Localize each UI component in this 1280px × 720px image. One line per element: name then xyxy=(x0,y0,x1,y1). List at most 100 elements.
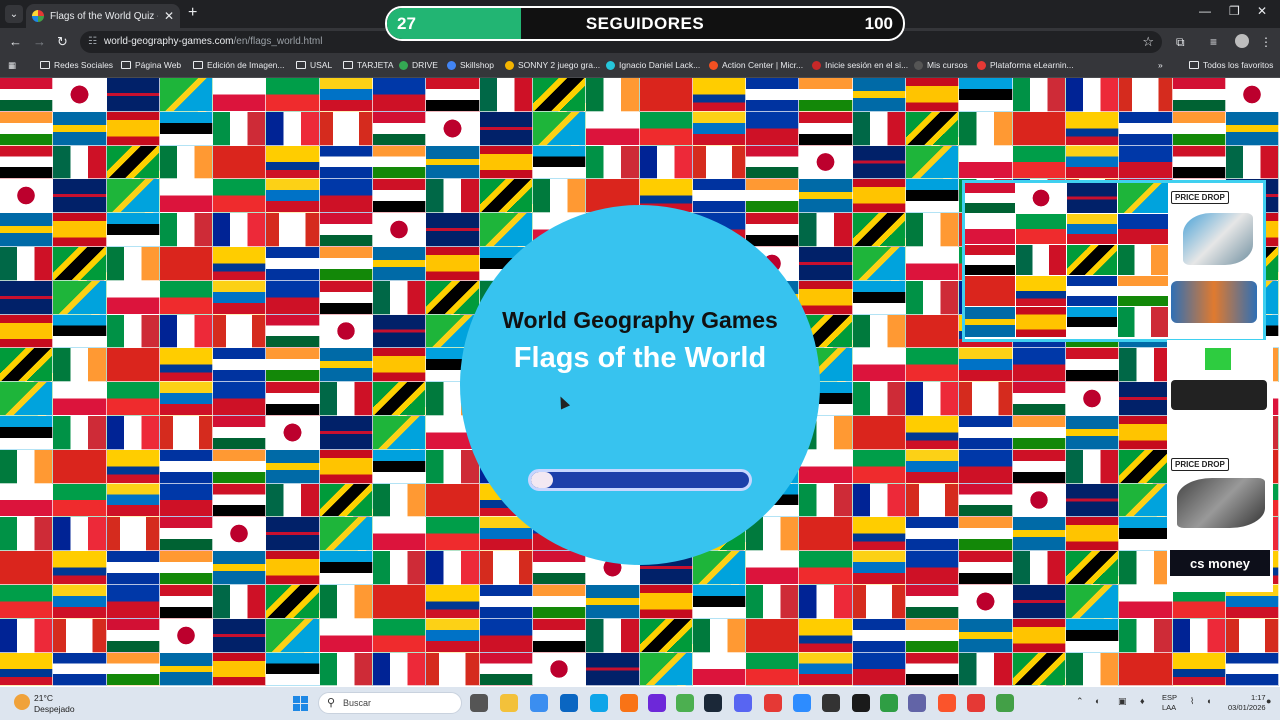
close-tab-icon[interactable]: ✕ xyxy=(164,9,174,23)
all-favorites-folder[interactable]: Todos los favoritos xyxy=(1189,60,1273,70)
flag-tile xyxy=(426,179,480,214)
flag-tile xyxy=(1225,78,1280,112)
flag-tile xyxy=(373,415,427,450)
advertisement-banner[interactable]: PRICE DROP xyxy=(962,180,1266,342)
close-window-icon[interactable]: ✕ xyxy=(1257,4,1267,18)
bookmark-plataforma[interactable]: Plataforma eLearnin... xyxy=(977,60,1074,70)
bookmark-drive[interactable]: DRIVE xyxy=(399,60,438,70)
flag-tile xyxy=(213,382,267,416)
chrome-icon-2[interactable] xyxy=(764,694,782,712)
visual-studio-icon[interactable] xyxy=(648,694,666,712)
teams-icon[interactable] xyxy=(908,694,926,712)
more-bookmarks-icon[interactable]: » xyxy=(1158,60,1163,70)
flag-tile xyxy=(319,145,374,180)
bookmark-star-icon[interactable]: ☆ xyxy=(1142,34,1154,50)
minimize-icon[interactable]: — xyxy=(1199,4,1211,18)
bookmark-usal[interactable]: USAL xyxy=(296,60,332,70)
restore-icon[interactable]: ❐ xyxy=(1229,4,1240,18)
reading-list-icon[interactable]: ≡ xyxy=(1210,35,1217,49)
store-icon[interactable] xyxy=(560,694,578,712)
steam-icon[interactable] xyxy=(704,694,722,712)
profile-avatar[interactable] xyxy=(1235,34,1249,48)
flag-tile xyxy=(746,179,800,214)
flag-tile xyxy=(799,78,853,112)
app-icon-2[interactable] xyxy=(822,694,840,712)
forward-icon[interactable]: → xyxy=(33,34,46,49)
capcut-icon[interactable] xyxy=(852,694,870,712)
wifi-icon[interactable]: ⌇ xyxy=(1190,696,1194,707)
flag-tile xyxy=(373,314,427,349)
apps-icon[interactable]: ▦ xyxy=(8,60,16,71)
bookmark-inicie-sesion[interactable]: Inicie sesión en el si... xyxy=(812,60,908,70)
tray-app-icon-2[interactable]: ▣ xyxy=(1118,696,1127,707)
flag-tile xyxy=(852,618,907,653)
start-button[interactable] xyxy=(293,696,308,711)
back-icon[interactable]: ← xyxy=(9,34,22,49)
file-explorer-icon[interactable] xyxy=(500,694,518,712)
flag-tile xyxy=(692,551,747,585)
loading-progress-fill xyxy=(531,472,553,488)
zoom-icon[interactable] xyxy=(793,694,811,712)
flag-tile xyxy=(159,78,214,112)
extensions-icon[interactable]: ⧉ xyxy=(1176,35,1185,50)
tray-app-icon[interactable]: ◐ xyxy=(1095,696,1100,706)
flag-tile xyxy=(159,382,214,416)
notifications-icon[interactable]: ● xyxy=(1266,696,1271,706)
flag-tile xyxy=(1119,584,1173,619)
bookmark-pagina-web[interactable]: Página Web xyxy=(121,60,181,70)
flag-tile xyxy=(852,280,907,315)
app-icon[interactable] xyxy=(620,694,638,712)
app-icon-4[interactable] xyxy=(967,694,985,712)
ad-flag-mosaic xyxy=(965,183,1169,339)
bookmark-mis-cursos[interactable]: Mis cursos xyxy=(914,60,968,70)
flag-tile xyxy=(106,145,160,180)
bookmark-sonny[interactable]: SONNY 2 juego gra... xyxy=(505,60,600,70)
taskbar-search[interactable]: ⚲ Buscar xyxy=(318,692,462,714)
flag-tile xyxy=(746,213,800,247)
microphone-icon[interactable]: ♦ xyxy=(1140,696,1145,706)
active-tab[interactable]: Flags of the World Quiz - World ✕ xyxy=(26,4,180,28)
flag-tile xyxy=(959,111,1013,146)
chrome-icon-3[interactable] xyxy=(996,694,1014,712)
flag-tile xyxy=(426,618,480,653)
flag-tile xyxy=(1065,78,1120,112)
edge-icon[interactable] xyxy=(590,694,608,712)
tab-search-button[interactable]: ⌄ xyxy=(5,5,23,23)
bookmark-action-center[interactable]: Action Center | Micr... xyxy=(709,60,803,70)
new-tab-icon[interactable]: + xyxy=(188,5,197,21)
flag-tile xyxy=(319,415,374,450)
volume-icon[interactable]: ◖ xyxy=(1206,696,1211,706)
flag-tile xyxy=(106,415,160,450)
cs-money-logo[interactable]: cs money xyxy=(1170,550,1270,576)
flag-tile xyxy=(959,449,1013,484)
chrome-icon[interactable] xyxy=(676,694,694,712)
flag-tile xyxy=(799,246,853,281)
flag-tile xyxy=(1012,618,1066,653)
site-info-icon[interactable]: ☷ xyxy=(88,36,97,47)
input-language[interactable]: ESP LAA xyxy=(1162,693,1177,713)
flag-tile xyxy=(852,145,907,180)
flag-tile xyxy=(106,483,160,518)
brave-icon[interactable] xyxy=(938,694,956,712)
task-view-icon[interactable] xyxy=(470,694,488,712)
bookmark-ignacio[interactable]: Ignacio Daniel Lack... xyxy=(606,60,700,70)
weather-icon[interactable] xyxy=(14,694,30,710)
copilot-icon[interactable] xyxy=(530,694,548,712)
flag-tile xyxy=(159,280,214,315)
flag-tile xyxy=(0,517,54,552)
bookmark-skillshop[interactable]: Skillshop xyxy=(447,60,494,70)
menu-icon[interactable]: ⋮ xyxy=(1260,35,1272,49)
system-clock[interactable]: 1:17 03/01/2026 xyxy=(1228,693,1266,713)
flag-tile xyxy=(959,145,1013,180)
flag-tile xyxy=(1225,652,1280,687)
bookmark-redes-sociales[interactable]: Redes Sociales xyxy=(40,60,113,70)
flag-tile xyxy=(319,652,374,687)
flag-tile xyxy=(319,280,374,315)
reload-icon[interactable]: ↻ xyxy=(57,34,68,50)
bookmark-tarjeta[interactable]: TARJETA xyxy=(343,60,394,70)
tray-expand-icon[interactable]: ⌃ xyxy=(1076,696,1084,707)
app-icon-3[interactable] xyxy=(880,694,898,712)
flag-tile xyxy=(1065,111,1120,146)
discord-icon[interactable] xyxy=(734,694,752,712)
bookmark-edicion-imagen[interactable]: Edición de Imagen... xyxy=(193,60,285,70)
